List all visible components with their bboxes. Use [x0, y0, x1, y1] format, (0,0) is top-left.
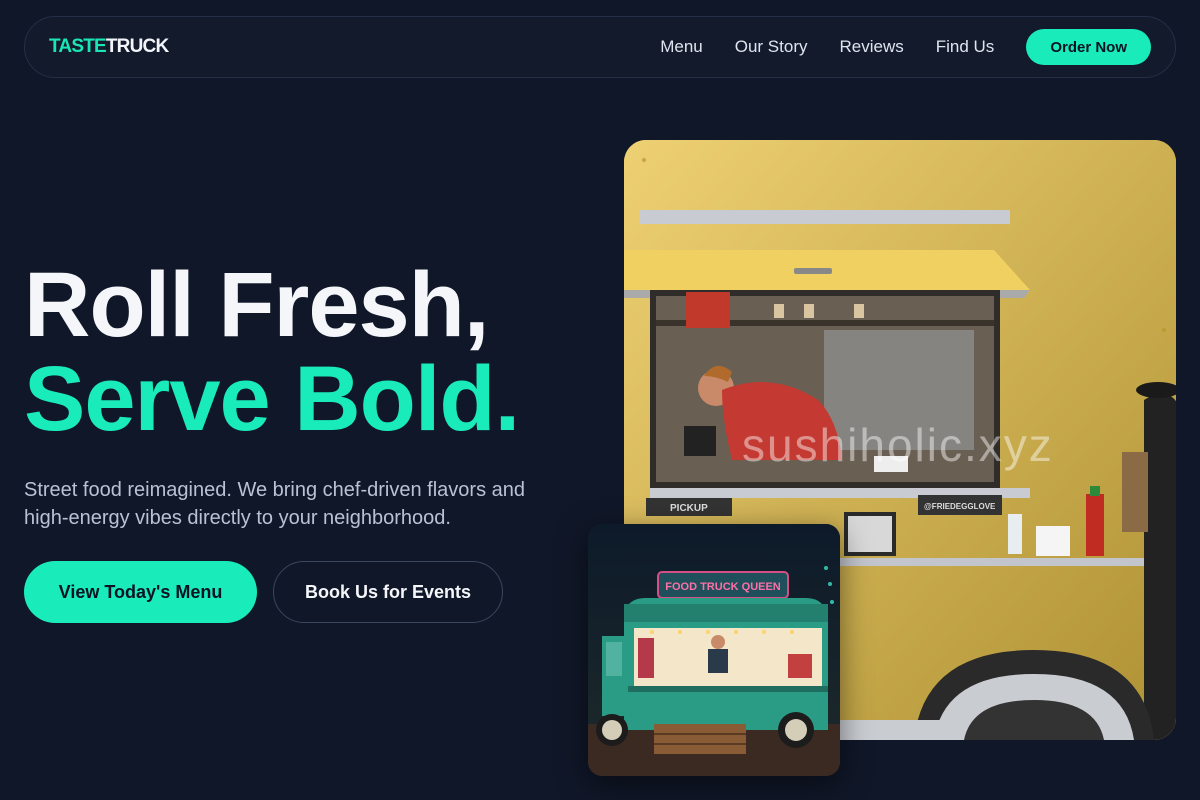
inset-truck-sign: FOOD TRUCK QUEEN: [665, 581, 781, 593]
logo-part-truck: TRUCK: [105, 36, 169, 57]
nav-links: Menu Our Story Reviews Find Us Order Now: [660, 29, 1151, 65]
order-now-button[interactable]: Order Now: [1026, 29, 1151, 65]
view-menu-button[interactable]: View Today's Menu: [24, 561, 257, 623]
window-label-pickup: PICKUP: [670, 503, 708, 514]
book-events-button[interactable]: Book Us for Events: [273, 561, 503, 623]
brand-logo[interactable]: TASTETRUCK: [49, 36, 169, 58]
nav-link-our-story[interactable]: Our Story: [735, 37, 808, 57]
nav-link-find-us[interactable]: Find Us: [936, 37, 995, 57]
hero-subtitle: Street food reimagined. We bring chef-dr…: [24, 479, 526, 529]
image-watermark: sushiholic.xyz: [742, 419, 1054, 471]
hero-headline-line2: Serve Bold.: [24, 348, 520, 450]
inset-night-truck-photo: FOOD TRUCK QUEEN: [588, 524, 840, 776]
window-label-handle: @FRIEDEGGLOVE: [924, 502, 996, 511]
nav-link-reviews[interactable]: Reviews: [839, 37, 903, 57]
logo-part-taste: TASTE: [49, 36, 107, 57]
teal-truck-illustration: FOOD TRUCK QUEEN: [588, 524, 840, 776]
nav-link-menu[interactable]: Menu: [660, 37, 703, 57]
hero-headline-line1: Roll Fresh,: [24, 254, 489, 356]
top-navbar: TASTETRUCK Menu Our Story Reviews Find U…: [24, 16, 1176, 78]
